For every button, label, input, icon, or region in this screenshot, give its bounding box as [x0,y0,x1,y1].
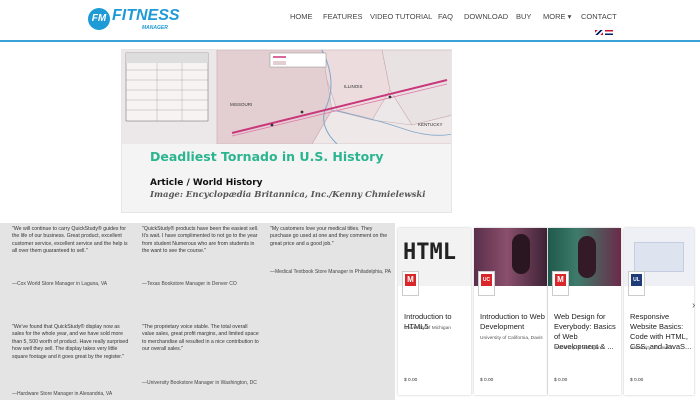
language-flags [595,30,615,36]
course-card[interactable]: UC Introduction to Web Development Unive… [474,228,547,395]
course-price: $ 0.00 [480,378,494,383]
testimonial-quote: "We've found that QuickStudy® display no… [12,324,129,360]
course-price: $ 0.00 [630,378,644,383]
testimonial-quote: "QuickStudy® products have been the easi… [142,226,259,255]
university-badge-icon: UL [628,271,645,296]
brand-logo[interactable]: FM FITNESS MANAGER [88,6,180,34]
university-badge-icon: M [402,271,419,296]
course-title[interactable]: Introduction to Web Development [480,312,546,332]
testimonials-section: "We will continue to carry QuickStudy® g… [0,223,395,400]
thumbnail-person-shape [512,234,530,274]
nav-buy[interactable]: BUY [516,12,531,21]
course-card[interactable]: M Web Design for Everybody: Basics of We… [548,228,621,395]
nav-more[interactable]: MORE ▾ [543,12,571,21]
nav-contact[interactable]: CONTACT [581,12,617,21]
map-graphic: ILLINOIS MISSOURI KENTUCKY [122,50,451,145]
caption-credit: Image: Encyclopædia Britannica, Inc./Ken… [150,190,426,200]
course-author: University of Michigan [404,326,451,331]
tornado-article-image[interactable]: ILLINOIS MISSOURI KENTUCKY Deadliest Tor… [121,49,452,213]
tornado-map: ILLINOIS MISSOURI KENTUCKY [122,50,451,145]
course-author: University of Michigan [554,346,601,351]
image-caption: Deadliest Tornado in U.S. History Articl… [122,144,451,212]
map-label-missouri: MISSOURI [230,102,252,107]
testimonial-quote: "We will continue to carry QuickStudy® g… [12,226,128,255]
thumbnail-device-shape [634,242,684,272]
nav-download[interactable]: DOWNLOAD [464,12,508,21]
testimonial-signature: —Cox World Store Manager in Laguna, VA [12,281,108,287]
testimonial-signature: —Medical Textbook Store Manager in Phila… [270,269,391,275]
testimonial-quote: "The proprietary voice stable. The total… [142,324,259,353]
testimonial-signature: —Hardware Store Manager in Alexandria, V… [12,391,113,397]
logo-sub: MANAGER [142,25,168,31]
testimonial-signature: —University Bookstore Manager in Washing… [142,380,257,386]
course-author: University of California, Davis [480,336,543,341]
course-card[interactable]: UL Responsive Website Basics: Code with … [624,228,694,395]
flag-uk-icon[interactable] [595,30,603,35]
course-price: $ 0.00 [554,378,568,383]
course-card[interactable]: HTML M Introduction to HTML5 University … [398,228,471,395]
testimonial-signature: —Texas Bookstore Manager in Denver CO [142,281,237,287]
caption-subtitle: Article / World History [150,178,263,188]
thumbnail-person-shape [578,236,596,278]
university-badge-icon: UC [478,271,495,296]
nav-features[interactable]: FEATURES [323,12,362,21]
flag-other-icon[interactable] [605,30,613,35]
nav-faq[interactable]: FAQ [438,12,453,21]
logo-badge: FM [88,8,110,30]
nav-video-tutorial[interactable]: VIDEO TUTORIAL [370,12,432,21]
nav-home[interactable]: HOME [290,12,313,21]
logo-name: FITNESS [112,7,180,24]
map-label-kentucky: KENTUCKY [418,122,443,127]
caption-title: Deadliest Tornado in U.S. History [150,149,384,164]
thumbnail-html-text: HTML [403,240,456,265]
map-label-illinois: ILLINOIS [344,84,363,89]
site-header: FM FITNESS MANAGER HOME FEATURES VIDEO T… [0,0,700,42]
testimonial-quote: "My customers love your medical titles. … [270,226,388,247]
course-author: University of London [630,346,674,351]
course-price: $ 0.00 [404,378,418,383]
carousel-next-icon[interactable]: › [692,300,695,311]
university-badge-icon: M [552,271,569,296]
